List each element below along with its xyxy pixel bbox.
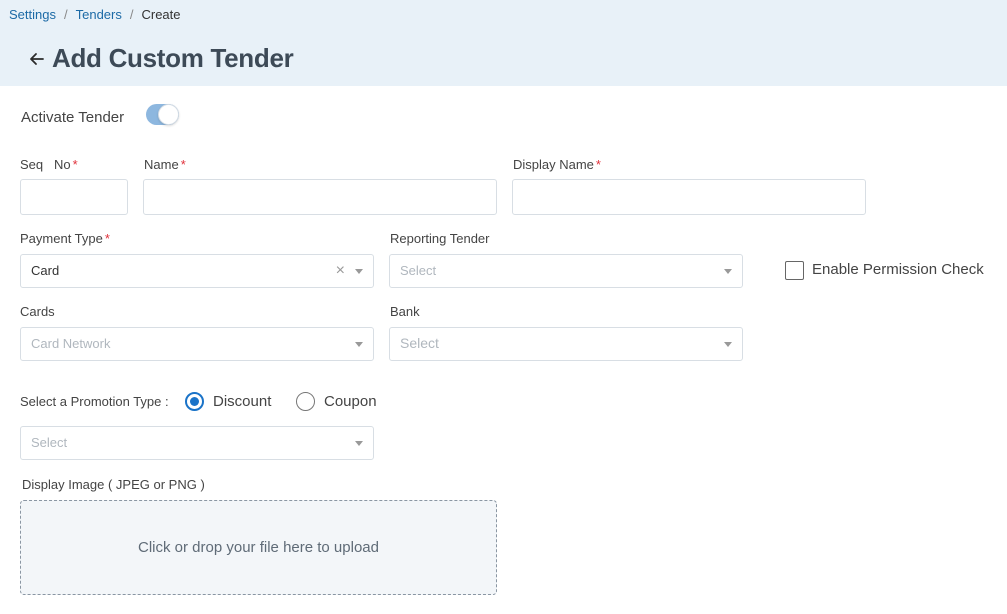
payment-type-label: Payment Type *: [20, 231, 110, 246]
name-label: Name *: [144, 157, 186, 172]
name-label-text: Name: [144, 157, 179, 172]
chevron-down-icon: [355, 342, 363, 347]
cards-select[interactable]: Card Network: [20, 327, 374, 361]
display-image-label: Display Image ( JPEG or PNG ): [22, 477, 205, 492]
enable-permission-checkbox[interactable]: [785, 261, 804, 280]
coupon-radio[interactable]: [296, 392, 315, 411]
breadcrumb-separator: /: [129, 7, 134, 22]
radio-dot: [190, 397, 199, 406]
breadcrumb-current: Create: [141, 7, 181, 22]
display-name-label-text: Display Name: [513, 157, 594, 172]
payment-type-select[interactable]: Card ×: [20, 254, 374, 288]
seq-no-label: Seq No *: [20, 157, 78, 172]
seq-no-input[interactable]: [20, 179, 128, 215]
payment-type-label-text: Payment Type: [20, 231, 103, 246]
discount-radio[interactable]: [185, 392, 204, 411]
chevron-down-icon: [724, 269, 732, 274]
promotion-select[interactable]: Select: [20, 426, 374, 460]
cards-placeholder: Card Network: [31, 336, 111, 351]
chevron-down-icon: [724, 342, 732, 347]
breadcrumb: Settings / Tenders / Create: [9, 7, 181, 22]
arrow-left-icon[interactable]: [28, 50, 46, 68]
toggle-knob: [158, 104, 179, 125]
bank-placeholder: Select: [400, 335, 439, 351]
breadcrumb-settings[interactable]: Settings: [9, 7, 56, 22]
promotion-placeholder: Select: [31, 435, 68, 450]
chevron-down-icon: [355, 269, 363, 274]
payment-type-value: Card: [31, 263, 60, 278]
discount-label[interactable]: Discount: [213, 393, 271, 410]
required-mark: *: [595, 157, 601, 172]
enable-permission-label[interactable]: Enable Permission Check: [812, 261, 984, 278]
dropzone-text: Click or drop your file here to upload: [138, 539, 379, 556]
required-mark: *: [104, 231, 110, 246]
required-mark: *: [180, 157, 186, 172]
reporting-tender-label: Reporting Tender: [390, 231, 490, 246]
page-header: Settings / Tenders / Create Add Custom Tende…: [0, 0, 1007, 86]
bank-label: Bank: [390, 304, 420, 319]
reporting-tender-placeholder: Select: [400, 263, 437, 278]
cards-label: Cards: [20, 304, 55, 319]
breadcrumb-separator: /: [63, 7, 68, 22]
display-name-label: Display Name *: [513, 157, 601, 172]
seq-no-label-text: Seq No: [20, 157, 71, 172]
image-upload-dropzone[interactable]: Click or drop your file here to upload: [20, 500, 497, 595]
coupon-label[interactable]: Coupon: [324, 393, 377, 410]
page-title: Add Custom Tender: [52, 43, 294, 73]
activate-tender-label: Activate Tender: [21, 109, 125, 126]
required-mark: *: [72, 157, 78, 172]
chevron-down-icon: [355, 441, 363, 446]
display-name-input[interactable]: [512, 179, 866, 215]
promotion-type-label: Select a Promotion Type :: [20, 394, 169, 409]
close-icon[interactable]: ×: [336, 261, 345, 281]
bank-select[interactable]: Select: [389, 327, 743, 361]
activate-tender-toggle[interactable]: [146, 104, 179, 125]
reporting-tender-select[interactable]: Select: [389, 254, 743, 288]
breadcrumb-tenders[interactable]: Tenders: [76, 7, 122, 22]
name-input[interactable]: [143, 179, 497, 215]
